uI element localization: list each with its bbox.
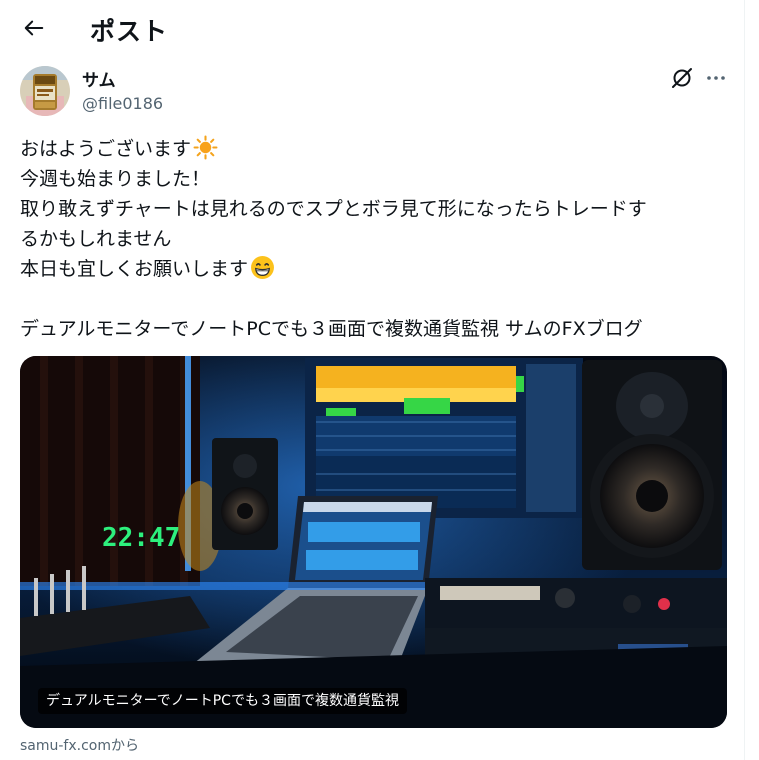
post-line: 今週も始まりました！ xyxy=(20,168,211,190)
avatar-image xyxy=(20,66,70,116)
back-button[interactable] xyxy=(20,14,48,42)
link-card[interactable]: 22:47 xyxy=(20,356,727,728)
desktop-monitor xyxy=(305,358,583,518)
sun-emoji-icon xyxy=(193,135,218,160)
post-line: おはようございます xyxy=(20,134,732,164)
grok-icon xyxy=(672,68,692,88)
link-source[interactable]: samu-fx.comから xyxy=(20,735,139,755)
link-card-image: 22:47 xyxy=(20,356,727,728)
link-card-caption[interactable]: デュアルモニターでノートPCでも３画面で複数通貨監視 xyxy=(38,688,407,714)
page-header: ポスト xyxy=(0,0,744,56)
grok-button[interactable] xyxy=(670,66,694,90)
post-line: 本日も宜しくお願いします xyxy=(20,254,732,284)
more-dots-icon xyxy=(707,76,725,80)
grinning-face-emoji-icon xyxy=(251,256,274,279)
arrow-left-icon xyxy=(24,20,44,36)
left-speaker xyxy=(212,438,278,550)
page-title: ポスト xyxy=(90,17,169,46)
right-speaker xyxy=(582,360,722,570)
timeline-border xyxy=(744,0,745,760)
post-text: おはようございます 今週も始まりました！ 取り敢えずチャートは見れるのでスプとボ… xyxy=(20,134,732,344)
avatar[interactable] xyxy=(20,66,70,116)
author-name[interactable]: サム xyxy=(82,66,116,91)
post-line: 取り敢えずチャートは見れるのでスプとボラ見て形になったらトレードす xyxy=(20,198,647,220)
more-options-button[interactable] xyxy=(704,66,728,90)
post-line xyxy=(20,284,732,314)
author-handle[interactable]: @file0186 xyxy=(82,94,163,113)
post-line: るかもしれません xyxy=(20,228,172,250)
digital-clock: 22:47 xyxy=(102,523,180,553)
post-line: デュアルモニターでノートPCでも３画面で複数通貨監視 サムのFXブログ xyxy=(20,318,643,340)
